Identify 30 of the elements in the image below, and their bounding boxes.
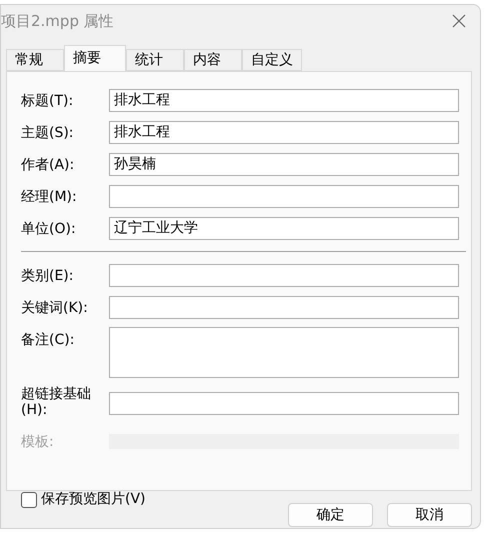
checkbox[interactable] — [21, 492, 37, 508]
dialog-button[interactable]: 取消 — [387, 503, 472, 527]
field-label: 备注(C): — [21, 332, 76, 348]
notes-field[interactable] — [109, 327, 459, 378]
dialog-button[interactable]: 确定 — [288, 503, 373, 527]
text-field[interactable]: 孙昊楠 — [109, 152, 459, 176]
text-field[interactable]: 排水工程 — [109, 120, 459, 144]
close-icon[interactable] — [452, 14, 466, 28]
text-field[interactable] — [109, 264, 459, 286]
text-field[interactable]: 辽宁工业大学 — [109, 216, 459, 240]
text-field[interactable] — [109, 296, 459, 318]
field-label: 超链接基础(H): — [21, 386, 92, 418]
field-label: 主题(S): — [21, 125, 75, 141]
tab[interactable]: 摘要 — [64, 45, 126, 71]
field-label: 作者(A): — [21, 157, 76, 173]
field-label: 经理(M): — [21, 189, 78, 205]
field-label: 标题(T): — [21, 93, 74, 109]
field-label: 类别(E): — [21, 268, 74, 284]
tab[interactable]: 统计 — [126, 49, 184, 71]
field-label: 单位(O): — [21, 221, 77, 237]
tab[interactable]: 自定义 — [242, 49, 302, 71]
text-field[interactable] — [109, 184, 459, 208]
window-title: 项目2.mpp 属性 — [1, 10, 114, 32]
text-field[interactable] — [109, 392, 459, 415]
text-field[interactable]: 排水工程 — [109, 88, 459, 112]
tab[interactable]: 常规 — [6, 49, 64, 71]
checkbox-label: 保存预览图片(V) — [41, 490, 146, 509]
field-label: 关键词(K): — [21, 300, 89, 316]
tab[interactable]: 内容 — [184, 49, 242, 71]
field-label: 模板: — [21, 434, 55, 450]
